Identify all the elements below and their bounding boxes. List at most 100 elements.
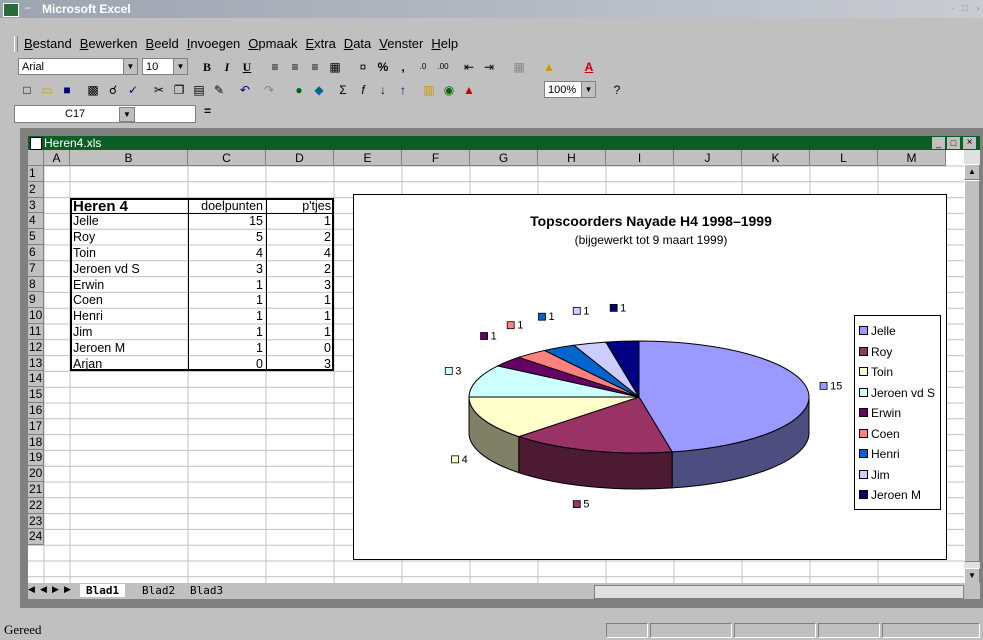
first-sheet-icon[interactable]: ◀ bbox=[28, 584, 35, 595]
column-header-m[interactable]: M bbox=[878, 150, 946, 166]
increase-decimal-icon[interactable]: .0 bbox=[414, 59, 432, 75]
print-icon[interactable]: ▩ bbox=[84, 82, 102, 98]
row-header-10[interactable]: 10 bbox=[28, 308, 44, 324]
scroll-down-icon[interactable]: ▼ bbox=[964, 568, 980, 583]
column-header-i[interactable]: I bbox=[606, 150, 674, 166]
row-header-4[interactable]: 4 bbox=[28, 213, 44, 230]
currency-icon[interactable]: ¤ bbox=[354, 59, 372, 75]
bold-button[interactable]: B bbox=[198, 59, 216, 75]
row-header-2[interactable]: 2 bbox=[28, 181, 44, 198]
row-header-15[interactable]: 15 bbox=[28, 387, 44, 403]
format-painter-icon[interactable]: ✎ bbox=[210, 82, 228, 98]
align-left-icon[interactable]: ≡ bbox=[266, 59, 284, 75]
merge-center-icon[interactable]: ▦ bbox=[326, 59, 344, 75]
decrease-decimal-icon[interactable]: .00 bbox=[434, 59, 452, 75]
zoom-combo[interactable]: 100% ▼ bbox=[544, 81, 596, 98]
menu-item-beeld[interactable]: Beeld bbox=[142, 34, 183, 54]
drawing-icon[interactable]: ▲ bbox=[460, 82, 478, 98]
function-icon[interactable]: f bbox=[354, 82, 372, 98]
menu-item-bestand[interactable]: Bestand bbox=[20, 34, 76, 54]
legend-entry[interactable]: Toin bbox=[859, 365, 893, 379]
column-header-d[interactable]: D bbox=[266, 150, 334, 166]
column-header-f[interactable]: F bbox=[402, 150, 470, 166]
maximize-icon[interactable]: □ bbox=[947, 137, 960, 149]
underline-button[interactable]: U bbox=[238, 59, 256, 75]
font-color-icon[interactable]: A bbox=[580, 59, 598, 75]
row-header-6[interactable]: 6 bbox=[28, 245, 44, 261]
menu-item-data[interactable]: Data bbox=[340, 34, 375, 54]
cut-icon[interactable]: ✂ bbox=[150, 82, 168, 98]
increase-indent-icon[interactable]: ⇥ bbox=[480, 59, 498, 75]
tab-blad1[interactable]: Blad1 bbox=[80, 584, 126, 597]
fill-color-icon[interactable]: ▲ bbox=[540, 59, 558, 75]
menu-item-invoegen[interactable]: Invoegen bbox=[183, 34, 245, 54]
sort-descending-icon[interactable]: ↑ bbox=[394, 82, 412, 98]
column-header-j[interactable]: J bbox=[674, 150, 742, 166]
borders-icon[interactable]: ▦ bbox=[510, 59, 528, 75]
new-document-icon[interactable]: □ bbox=[18, 82, 36, 98]
decrease-indent-icon[interactable]: ⇤ bbox=[460, 59, 478, 75]
row-header-23[interactable]: 23 bbox=[28, 513, 44, 530]
copy-icon[interactable]: ❐ bbox=[170, 82, 188, 98]
name-box[interactable]: C17 ▼ bbox=[14, 105, 196, 123]
undo-icon[interactable]: ↶ bbox=[236, 82, 254, 98]
maximize-icon[interactable]: □ bbox=[958, 3, 972, 15]
row-header-18[interactable]: 18 bbox=[28, 434, 44, 451]
row-header-19[interactable]: 19 bbox=[28, 450, 44, 467]
percent-button[interactable]: % bbox=[374, 59, 392, 75]
last-sheet-icon[interactable]: ▶ bbox=[64, 584, 71, 595]
chevron-down-icon[interactable]: ▼ bbox=[123, 59, 137, 74]
tab-blad3[interactable]: Blad3 bbox=[184, 584, 229, 597]
row-header-7[interactable]: 7 bbox=[28, 260, 44, 277]
align-center-icon[interactable]: ≡ bbox=[286, 59, 304, 75]
hyperlink-icon[interactable]: ● bbox=[290, 82, 308, 98]
row-header-21[interactable]: 21 bbox=[28, 482, 44, 498]
autosum-icon[interactable]: Σ bbox=[334, 82, 352, 98]
menu-item-help[interactable]: Help bbox=[427, 34, 462, 54]
row-header-24[interactable]: 24 bbox=[28, 529, 44, 546]
menu-item-opmaak[interactable]: Opmaak bbox=[244, 34, 301, 54]
menu-item-venster[interactable]: Venster bbox=[375, 34, 427, 54]
legend-entry[interactable]: Jelle bbox=[859, 324, 896, 338]
open-folder-icon[interactable]: ▭ bbox=[38, 82, 56, 98]
legend-entry[interactable]: Jeroen vd S bbox=[859, 386, 935, 400]
row-header-9[interactable]: 9 bbox=[28, 292, 44, 309]
chevron-down-icon[interactable]: ▼ bbox=[581, 82, 595, 97]
legend-entry[interactable]: Erwin bbox=[859, 406, 901, 420]
sort-ascending-icon[interactable]: ↓ bbox=[374, 82, 392, 98]
italic-button[interactable]: I bbox=[218, 59, 236, 75]
horizontal-scrollbar[interactable] bbox=[594, 585, 964, 599]
column-header-h[interactable]: H bbox=[538, 150, 606, 166]
column-header-c[interactable]: C bbox=[188, 150, 266, 166]
vertical-scrollbar[interactable]: ▲ ▼ bbox=[964, 150, 980, 583]
close-icon[interactable]: › bbox=[971, 3, 983, 15]
chevron-down-icon[interactable]: ▼ bbox=[173, 59, 187, 74]
print-preview-icon[interactable]: ☌ bbox=[104, 82, 122, 98]
menu-item-extra[interactable]: Extra bbox=[301, 34, 339, 54]
close-icon[interactable]: × bbox=[963, 137, 976, 149]
legend-entry[interactable]: Henri bbox=[859, 447, 900, 461]
web-toolbar-icon[interactable]: ◆ bbox=[310, 82, 328, 98]
align-right-icon[interactable]: ≡ bbox=[306, 59, 324, 75]
row-header-14[interactable]: 14 bbox=[28, 371, 44, 388]
row-header-17[interactable]: 17 bbox=[28, 418, 44, 435]
font-combo[interactable]: Arial ▼ bbox=[18, 58, 138, 75]
scroll-up-icon[interactable]: ▲ bbox=[964, 164, 980, 180]
row-header-1[interactable]: 1 bbox=[28, 166, 44, 182]
redo-icon[interactable]: ↷ bbox=[260, 82, 278, 98]
row-header-12[interactable]: 12 bbox=[28, 339, 44, 356]
legend-entry[interactable]: Roy bbox=[859, 345, 892, 359]
column-header-e[interactable]: E bbox=[334, 150, 402, 166]
prev-sheet-icon[interactable]: ◀ bbox=[40, 584, 47, 595]
next-sheet-icon[interactable]: ▶ bbox=[52, 584, 59, 595]
chevron-down-icon[interactable]: ▼ bbox=[119, 107, 135, 122]
map-icon[interactable]: ◉ bbox=[440, 82, 458, 98]
legend-entry[interactable]: Jim bbox=[859, 468, 890, 482]
spelling-icon[interactable]: ✓ bbox=[124, 82, 142, 98]
row-header-13[interactable]: 13 bbox=[28, 355, 44, 372]
chart-legend[interactable]: Jelle Roy Toin Jeroen vd S Erwin Coen Henri Jim… bbox=[854, 315, 941, 510]
row-header-8[interactable]: 8 bbox=[28, 276, 44, 293]
scroll-thumb[interactable] bbox=[964, 180, 980, 562]
legend-entry[interactable]: Coen bbox=[859, 427, 900, 441]
minimize-icon[interactable]: _ bbox=[932, 137, 945, 149]
